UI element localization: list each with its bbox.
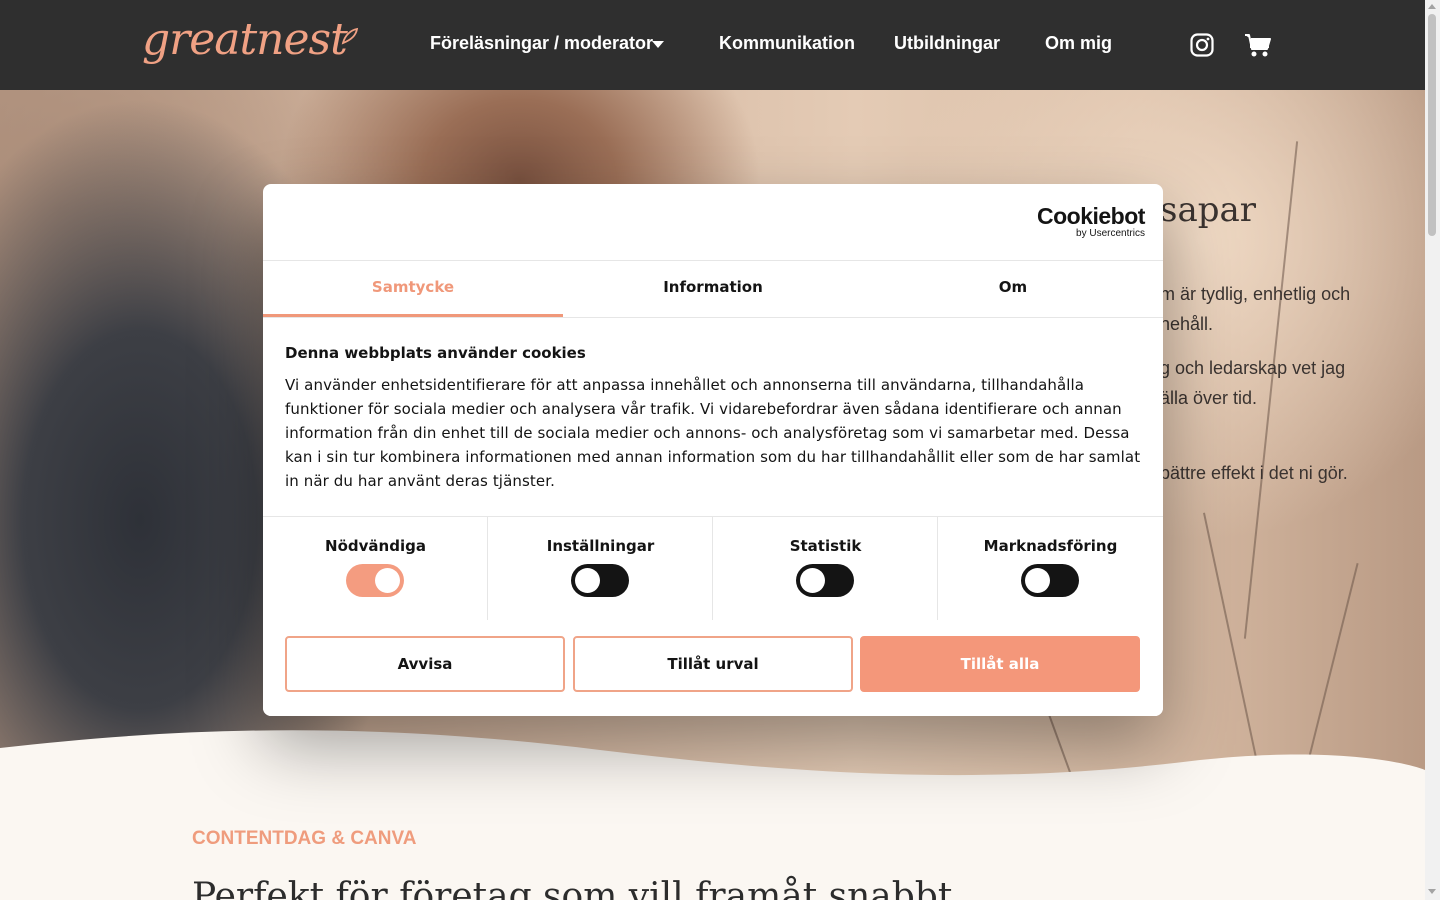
- category-label: Marknadsföring: [983, 537, 1118, 555]
- category-nodvandiga: Nödvändiga: [263, 517, 488, 620]
- cookiebot-brand: Cookiebot: [1037, 203, 1145, 229]
- toggle-knob: [1025, 568, 1050, 593]
- hero-text-line: m är tydlig, enhetlig och: [1160, 284, 1351, 304]
- nav-item-om-mig[interactable]: Om mig: [1045, 33, 1112, 54]
- cart-icon[interactable]: [1244, 32, 1272, 58]
- tab-om[interactable]: Om: [863, 260, 1163, 318]
- deny-button[interactable]: Avvisa: [285, 636, 565, 692]
- hero-text-line: g och ledarskap vet jag: [1160, 358, 1346, 378]
- toggle-knob: [375, 568, 400, 593]
- category-label: Statistik: [789, 537, 862, 555]
- category-installningar: Inställningar: [488, 517, 713, 620]
- dialog-body-text: Vi använder enhetsidentifierare för att …: [285, 376, 1141, 490]
- nav-item-forelasningar[interactable]: Föreläsningar / moderator: [430, 33, 653, 54]
- section-title: Perfekt för företag som vill framåt snab…: [192, 876, 953, 900]
- cookiebot-logo: Cookiebot by Usercentrics: [1037, 204, 1145, 239]
- section-label: CONTENTDAG & CANVA: [192, 828, 417, 849]
- chevron-down-icon[interactable]: [652, 41, 664, 48]
- tab-samtycke[interactable]: Samtycke: [263, 260, 563, 318]
- scroll-up-arrow-icon[interactable]: [1428, 4, 1436, 9]
- hero-text-line: älla över tid.: [1160, 388, 1258, 408]
- hero-text-line: nehåll.: [1160, 314, 1214, 334]
- toggle-knob: [800, 568, 825, 593]
- divider: [263, 317, 1163, 318]
- hero-title: sapar: [1160, 190, 1257, 230]
- scrollbar-thumb[interactable]: [1428, 14, 1436, 236]
- nav-item-utbildningar[interactable]: Utbildningar: [894, 33, 1000, 54]
- hero-text-line: bättre effekt i det ni gör.: [1160, 463, 1348, 483]
- allow-all-button[interactable]: Tillåt alla: [860, 636, 1140, 692]
- toggle-nodvandiga[interactable]: [346, 564, 404, 597]
- logo[interactable]: greatnest: [142, 14, 348, 65]
- nav-item-kommunikation[interactable]: Kommunikation: [719, 33, 855, 54]
- site-header: greatnest Föreläsningar / moderator Komm…: [0, 0, 1425, 90]
- cookie-consent-dialog: Cookiebot by Usercentrics Samtycke Infor…: [263, 184, 1163, 716]
- wave-divider: [0, 730, 1425, 805]
- category-marknadsforing: Marknadsföring: [938, 517, 1163, 620]
- leaf-icon: [341, 27, 359, 45]
- instagram-icon[interactable]: [1190, 33, 1214, 57]
- scroll-down-arrow-icon[interactable]: [1428, 889, 1436, 894]
- category-label: Nödvändiga: [325, 537, 426, 555]
- cookiebot-brand-sub: by Usercentrics: [1076, 228, 1145, 239]
- category-statistik: Statistik: [713, 517, 938, 620]
- toggle-statistik[interactable]: [796, 564, 854, 597]
- dialog-heading: Denna webbplats använder cookies: [285, 344, 586, 362]
- allow-selection-button[interactable]: Tillåt urval: [573, 636, 853, 692]
- tab-information[interactable]: Information: [563, 260, 863, 318]
- toggle-knob: [575, 568, 600, 593]
- category-label: Inställningar: [546, 537, 655, 555]
- toggle-marknadsforing[interactable]: [1021, 564, 1079, 597]
- toggle-installningar[interactable]: [571, 564, 629, 597]
